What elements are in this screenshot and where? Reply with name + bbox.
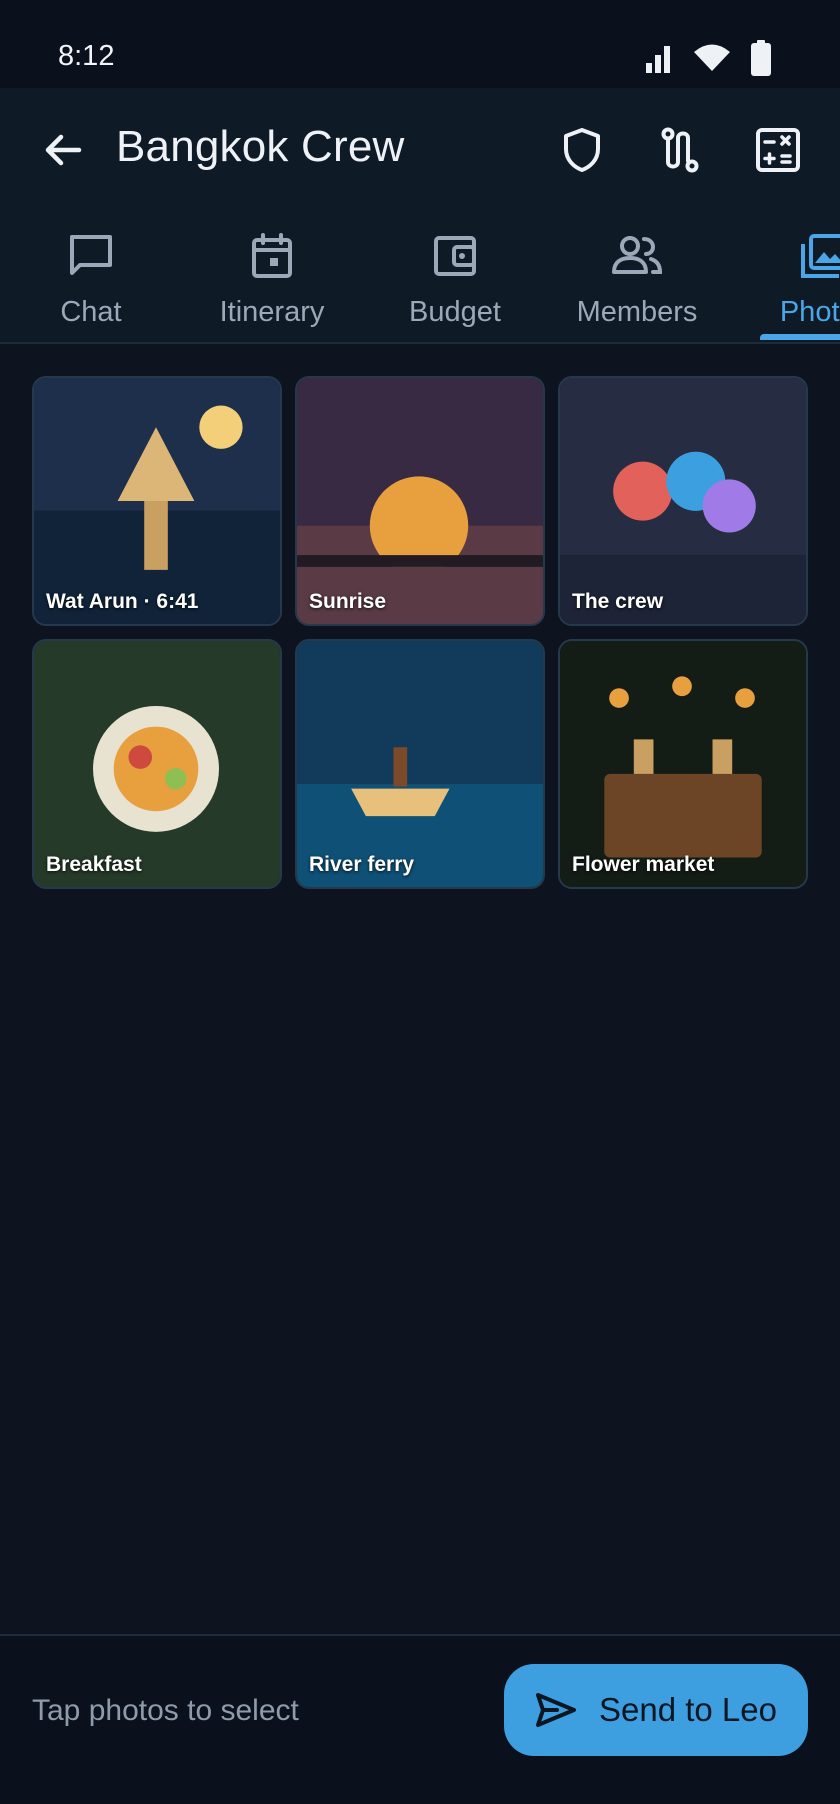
tab-budget[interactable]: Budget	[405, 210, 505, 342]
route-icon	[661, 127, 699, 173]
sunrise-photo-icon	[297, 378, 543, 624]
chat-icon	[63, 228, 119, 284]
arrow-back-icon	[45, 134, 82, 166]
tab-label: Itinerary	[219, 296, 325, 328]
photo-tile[interactable]: Breakfast	[32, 639, 282, 889]
photo-tile[interactable]: River ferry	[295, 639, 545, 889]
photo-caption: Flower market	[572, 853, 715, 876]
photo-caption: The crew	[572, 590, 664, 613]
tab-label: Photos	[779, 296, 840, 328]
signal-icon	[644, 43, 674, 78]
bottom-action-bar: Tap photos to select Send to Leo	[0, 1634, 840, 1804]
group-photo-icon	[560, 378, 806, 624]
safety-button[interactable]	[552, 120, 612, 180]
tab-label: Budget	[409, 296, 501, 328]
temple-photo-icon	[34, 378, 280, 624]
route-button[interactable]	[650, 120, 710, 180]
calculator-icon	[756, 128, 800, 172]
tab-itinerary[interactable]: Itinerary	[212, 210, 332, 342]
calendar-icon	[244, 228, 300, 284]
market-photo-icon	[560, 641, 806, 887]
photo-caption: Wat Arun · 6:41	[46, 590, 199, 613]
tab-label: Members	[576, 296, 698, 328]
send-button[interactable]: Send to Leo	[504, 1664, 808, 1756]
tab-members[interactable]: Members	[572, 210, 702, 342]
back-button[interactable]	[36, 124, 88, 176]
photo-caption: River ferry	[309, 853, 415, 876]
photo-tile[interactable]: The crew	[558, 376, 808, 626]
status-icons	[644, 40, 772, 81]
photo-caption: Breakfast	[46, 853, 142, 876]
photo-grid: Wat Arun · 6:41 Sunrise The crew Breakfa…	[32, 376, 808, 889]
photo-tile[interactable]: Wat Arun · 6:41	[32, 376, 282, 626]
tab-label: Chat	[60, 296, 122, 328]
send-icon	[536, 1693, 576, 1727]
status-time: 8:12	[58, 40, 115, 72]
selection-hint: Tap photos to select	[32, 1694, 299, 1727]
active-tab-indicator	[760, 334, 840, 340]
shield-icon	[564, 128, 600, 172]
tab-chat[interactable]: Chat	[41, 210, 141, 342]
people-icon	[609, 228, 665, 284]
photo-tile[interactable]: Flower market	[558, 639, 808, 889]
tab-photos[interactable]: Photos	[770, 210, 840, 342]
breakfast-photo-icon	[34, 641, 280, 887]
photo-caption: Sunrise	[309, 590, 387, 613]
ferry-photo-icon	[297, 641, 543, 887]
status-bar: 8:12	[0, 0, 840, 88]
tab-bar: Chat Itinerary Budget Members Phot	[0, 210, 840, 344]
send-button-label: Send to Leo	[599, 1691, 777, 1728]
page-title: Bangkok Crew	[116, 122, 405, 171]
app-screen: 8:12 Bangkok Crew Chat Itinerary Budget …	[0, 0, 840, 1804]
wifi-icon	[692, 43, 732, 78]
wallet-icon	[427, 228, 483, 284]
photos-icon	[797, 228, 840, 284]
split-calculator-button[interactable]	[748, 120, 808, 180]
photo-tile[interactable]: Sunrise	[295, 376, 545, 626]
top-app-bar: Bangkok Crew	[0, 88, 840, 210]
battery-icon	[750, 40, 772, 81]
